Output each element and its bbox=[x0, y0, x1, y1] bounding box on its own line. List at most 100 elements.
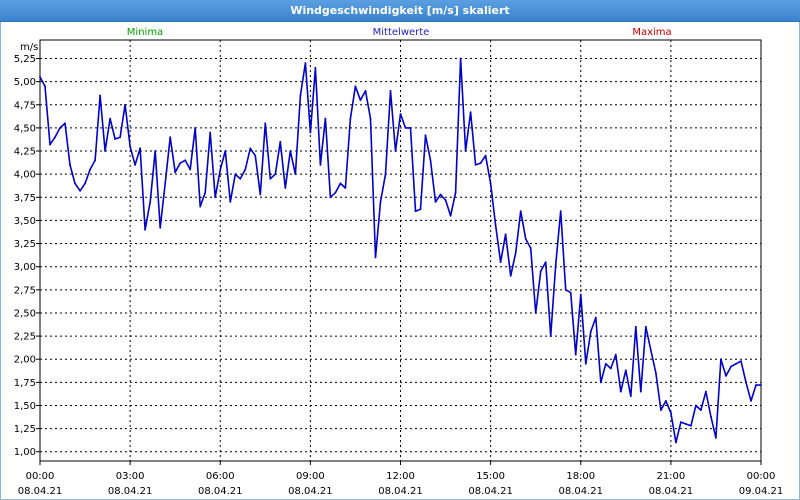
data-point bbox=[404, 127, 407, 129]
data-point bbox=[299, 94, 302, 97]
data-point bbox=[129, 145, 132, 148]
y-tick-label: 2,25 bbox=[14, 332, 36, 343]
data-point bbox=[649, 349, 652, 351]
data-point bbox=[264, 122, 267, 125]
data-point bbox=[174, 171, 177, 174]
y-tick-label: 3,25 bbox=[14, 239, 36, 250]
data-point bbox=[184, 159, 187, 162]
data-point bbox=[479, 162, 482, 165]
data-point bbox=[49, 143, 51, 146]
data-point bbox=[544, 261, 547, 263]
data-point bbox=[634, 325, 637, 328]
data-point bbox=[39, 76, 41, 78]
data-point bbox=[564, 288, 567, 291]
data-point bbox=[219, 168, 222, 171]
data-point bbox=[344, 187, 347, 189]
data-point bbox=[204, 191, 207, 194]
data-point bbox=[104, 150, 106, 152]
x-tick-time-label: 06:00 bbox=[206, 471, 235, 482]
data-point bbox=[429, 159, 432, 162]
data-point bbox=[594, 316, 597, 319]
data-point bbox=[614, 353, 617, 356]
data-point bbox=[44, 85, 46, 88]
data-point bbox=[99, 94, 101, 97]
data-point bbox=[629, 395, 632, 398]
legend-item-minima: Minima bbox=[127, 27, 163, 38]
data-point bbox=[755, 384, 757, 386]
data-point bbox=[735, 362, 737, 365]
y-tick-label: 3,00 bbox=[14, 262, 36, 273]
data-point bbox=[74, 182, 76, 185]
y-tick-label: 4,50 bbox=[14, 123, 36, 134]
data-point bbox=[499, 261, 502, 263]
data-point bbox=[514, 251, 517, 254]
y-tick-label: 3,50 bbox=[14, 216, 36, 227]
y-tick-label: 5,00 bbox=[14, 77, 36, 88]
data-point bbox=[194, 127, 197, 129]
data-point bbox=[639, 390, 642, 393]
x-tick-date-label: 08.04.21 bbox=[18, 486, 63, 497]
data-point bbox=[149, 201, 152, 203]
data-point bbox=[760, 384, 762, 386]
data-point bbox=[84, 182, 86, 185]
data-point bbox=[549, 335, 552, 337]
data-point bbox=[164, 182, 167, 185]
y-tick-label: 3,75 bbox=[14, 193, 36, 204]
y-axis-unit-label: m/s bbox=[20, 42, 38, 53]
data-point bbox=[229, 201, 232, 203]
data-point bbox=[715, 437, 717, 439]
data-point bbox=[314, 66, 317, 69]
grid-lines bbox=[40, 40, 761, 461]
data-point bbox=[670, 412, 672, 414]
data-point bbox=[409, 127, 412, 129]
data-point bbox=[374, 256, 377, 259]
x-tick-labels: 00:00 08.04.21 03:00 08.04.21 06:00 08.04.21 0… bbox=[18, 461, 783, 497]
data-point bbox=[730, 365, 732, 368]
y-tick-label: 2,75 bbox=[14, 285, 36, 296]
data-point bbox=[269, 177, 272, 180]
x-tick-date-label: 08.04.21 bbox=[198, 486, 243, 497]
y-tick-label: 2,50 bbox=[14, 308, 36, 319]
data-point bbox=[414, 210, 417, 213]
data-point bbox=[379, 201, 382, 203]
data-point bbox=[464, 150, 467, 152]
data-point bbox=[389, 90, 392, 92]
data-point bbox=[259, 193, 262, 196]
data-point bbox=[449, 214, 452, 217]
data-point bbox=[254, 154, 257, 157]
x-tick-time-label: 18:00 bbox=[566, 471, 595, 482]
legend-item-mittelwerte: Mittelwerte bbox=[373, 27, 430, 38]
data-point bbox=[294, 173, 297, 176]
y-tick-label: 4,25 bbox=[14, 147, 36, 158]
data-point bbox=[169, 136, 172, 139]
data-point bbox=[725, 375, 727, 377]
data-point bbox=[579, 293, 582, 296]
data-point bbox=[289, 150, 292, 152]
data-point bbox=[369, 117, 372, 120]
data-point bbox=[109, 117, 111, 120]
data-point bbox=[319, 164, 322, 166]
data-point bbox=[384, 173, 387, 176]
data-point bbox=[64, 122, 66, 125]
data-point bbox=[644, 325, 647, 328]
data-point bbox=[399, 113, 402, 115]
data-point bbox=[675, 441, 677, 444]
data-point bbox=[424, 134, 427, 137]
data-point bbox=[284, 187, 287, 189]
data-point bbox=[329, 196, 332, 199]
data-point bbox=[624, 369, 627, 372]
y-tick-label: 1,00 bbox=[14, 447, 36, 458]
data-point bbox=[354, 85, 357, 88]
data-point bbox=[554, 263, 557, 266]
data-point bbox=[134, 164, 137, 166]
data-point bbox=[720, 358, 722, 361]
data-point bbox=[434, 201, 437, 203]
data-point bbox=[279, 140, 282, 143]
data-point bbox=[534, 312, 537, 314]
y-tick-label: 1,75 bbox=[14, 378, 36, 389]
data-point bbox=[745, 381, 747, 384]
data-point bbox=[740, 360, 742, 362]
data-point bbox=[154, 150, 157, 152]
data-point bbox=[214, 196, 217, 199]
data-point bbox=[454, 191, 457, 194]
